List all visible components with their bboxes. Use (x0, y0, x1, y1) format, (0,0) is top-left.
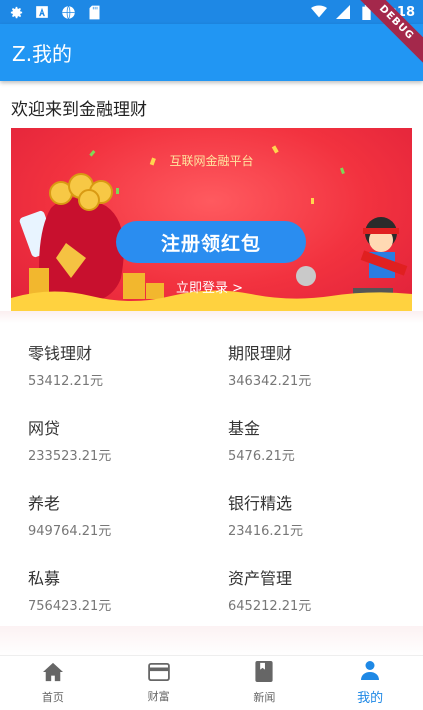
nav-news[interactable]: 新闻 (212, 656, 318, 710)
grid-item-pension[interactable]: 养老 949764.21元 (28, 490, 228, 539)
nav-label: 我的 (357, 691, 384, 706)
grid-item-title: 养老 (28, 494, 61, 513)
grid-item-value: 949764.21元 (28, 524, 112, 539)
status-bar: 2:18 (0, 0, 423, 24)
book-icon (255, 661, 273, 686)
grid-item-value: 756423.21元 (28, 599, 112, 614)
grid-item-title: 基金 (228, 419, 261, 438)
grid-item-fund[interactable]: 基金 5476.21元 (228, 415, 423, 464)
home-icon (42, 662, 64, 686)
nav-mine[interactable]: 我的 (317, 656, 423, 710)
nav-wealth[interactable]: 财富 (106, 656, 212, 710)
nav-home[interactable]: 首页 (0, 656, 106, 710)
grid-item-value: 53412.21元 (28, 374, 104, 389)
grid-item-title: 私募 (28, 569, 61, 588)
grid-item-value: 5476.21元 (228, 449, 295, 464)
wifi-icon (310, 4, 327, 20)
banner-subtitle: 互联网金融平台 (169, 154, 254, 168)
grid-item-value: 233523.21元 (28, 449, 112, 464)
grid-item-title: 网贷 (28, 419, 61, 438)
grid-item-private-equity[interactable]: 私募 756423.21元 (28, 565, 228, 614)
credit-card-icon (147, 662, 170, 685)
grid-item-change-finance[interactable]: 零钱理财 53412.21元 (28, 340, 228, 389)
grid-item-value: 23416.21元 (228, 524, 304, 539)
grid-item-term-finance[interactable]: 期限理财 346342.21元 (228, 340, 423, 389)
grid-item-p2p[interactable]: 网贷 233523.21元 (28, 415, 228, 464)
sd-card-icon (86, 4, 102, 20)
page-title: Z.我的 (12, 42, 73, 66)
app-bar: Z.我的 (0, 24, 423, 81)
grid-item-value: 645212.21元 (228, 599, 312, 614)
promo-banner[interactable]: 互联网金融平台 注册领红包 立即登录 > (11, 128, 412, 311)
nav-label: 财富 (147, 689, 170, 703)
signal-icon (335, 4, 351, 20)
grid-item-title: 零钱理财 (28, 344, 93, 363)
grid-item-title: 资产管理 (228, 569, 293, 588)
nav-label: 首页 (41, 690, 64, 704)
welcome-text: 欢迎来到金融理财 (11, 100, 147, 120)
person-icon (360, 660, 380, 684)
grid-item-title: 银行精选 (228, 494, 293, 513)
divider (0, 626, 423, 656)
bottom-navigation: 首页 财富 新闻 我的 (0, 655, 423, 710)
font-icon (34, 4, 50, 20)
register-red-packet-button[interactable]: 注册领红包 (116, 221, 306, 263)
login-now-link[interactable]: 立即登录 > (176, 277, 243, 296)
grid-item-asset-management[interactable]: 资产管理 645212.21元 (228, 565, 423, 614)
grid-item-value: 346342.21元 (228, 374, 312, 389)
grid-item-bank-select[interactable]: 银行精选 23416.21元 (228, 490, 423, 539)
grid-item-title: 期限理财 (228, 344, 293, 363)
divider (0, 311, 423, 323)
globe-icon (60, 4, 76, 20)
gear-icon (8, 4, 24, 20)
nav-label: 新闻 (253, 691, 276, 704)
